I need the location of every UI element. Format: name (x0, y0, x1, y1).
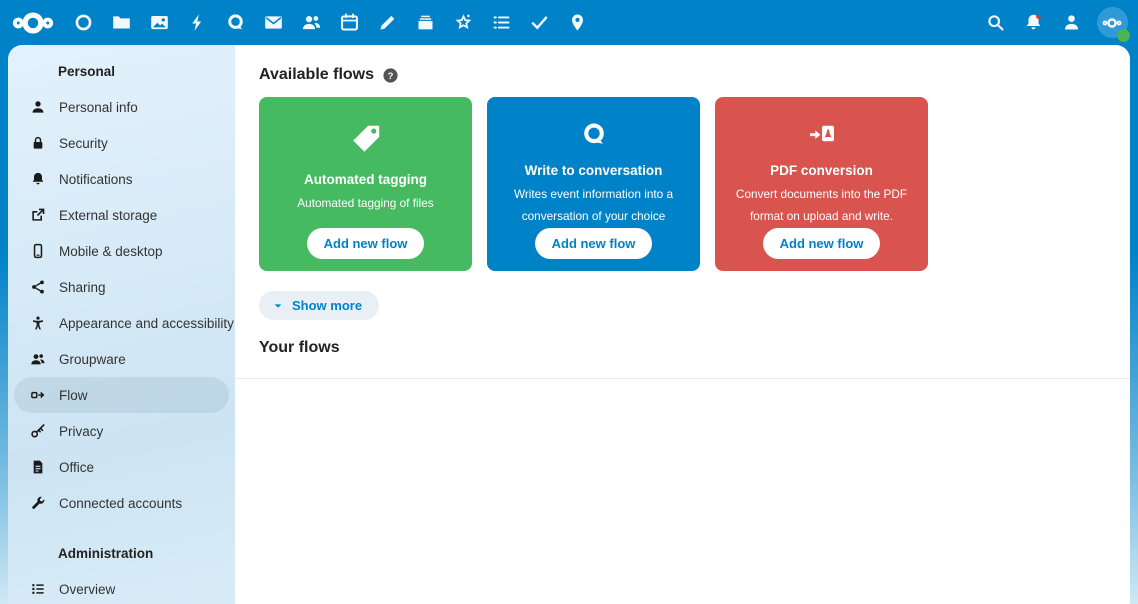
calendar-icon[interactable] (330, 0, 368, 45)
share-icon (30, 279, 46, 295)
show-more-label: Show more (292, 298, 362, 313)
sidebar-item-privacy[interactable]: Privacy (14, 413, 229, 449)
sidebar-item-label: Notifications (59, 172, 133, 187)
add-new-flow-button[interactable]: Add new flow (307, 228, 425, 259)
list-icon (30, 581, 46, 597)
tasks-list-icon[interactable] (482, 0, 520, 45)
talk-bubble-icon (576, 121, 612, 148)
bell-icon (30, 171, 46, 187)
add-new-flow-button[interactable]: Add new flow (763, 228, 881, 259)
deck-icon[interactable] (406, 0, 444, 45)
available-flows-title: Available flows (259, 66, 374, 84)
contacts-menu-icon[interactable] (1052, 0, 1090, 45)
search-icon[interactable] (976, 0, 1014, 45)
sidebar-item-label: Appearance and accessibility (59, 316, 234, 331)
pdf-convert-icon (804, 121, 840, 148)
document-icon (30, 459, 46, 475)
nextcloud-logo[interactable] (2, 11, 64, 35)
flow-card-description: Automated tagging of files (297, 193, 433, 215)
sidebar-item-mobile-desktop[interactable]: Mobile & desktop (14, 233, 229, 269)
show-more-button[interactable]: Show more (259, 291, 379, 320)
sidebar-item-label: Overview (59, 582, 115, 597)
dashboard-icon[interactable] (64, 0, 102, 45)
sidebar-item-notifications[interactable]: Notifications (14, 161, 229, 197)
accessibility-icon (30, 315, 46, 331)
sidebar-item-groupware[interactable]: Groupware (14, 341, 229, 377)
talk-icon[interactable] (216, 0, 254, 45)
wrench-icon (30, 495, 46, 511)
flow-card-title: Automated tagging (304, 172, 427, 187)
settings-sidebar: Personal Personal info Security Notifica… (8, 45, 235, 604)
sidebar-item-label: Sharing (59, 280, 106, 295)
chevron-down-icon (273, 301, 283, 311)
sidebar-item-external-storage[interactable]: External storage (14, 197, 229, 233)
sidebar-item-flow[interactable]: Flow (14, 377, 229, 413)
sidebar-item-sharing[interactable]: Sharing (14, 269, 229, 305)
content-divider (235, 378, 1130, 379)
key-icon (30, 423, 46, 439)
files-icon[interactable] (102, 0, 140, 45)
sidebar-item-label: Privacy (59, 424, 103, 439)
available-flows-cards: Automated tagging Automated tagging of f… (259, 97, 1106, 271)
external-link-icon (30, 207, 46, 223)
tag-icon (348, 121, 384, 157)
sidebar-heading-personal: Personal (14, 53, 229, 89)
online-status-dot (1117, 29, 1130, 42)
sidebar-item-appearance[interactable]: Appearance and accessibility (14, 305, 229, 341)
flow-card-write-to-conversation: Write to conversation Writes event infor… (487, 97, 700, 271)
collectives-icon[interactable] (444, 0, 482, 45)
sidebar-item-personal-info[interactable]: Personal info (14, 89, 229, 125)
sidebar-item-office[interactable]: Office (14, 449, 229, 485)
sidebar-item-label: Connected accounts (59, 496, 182, 511)
flow-card-description: Writes event information into a conversa… (499, 184, 688, 228)
your-flows-title: Your flows (259, 339, 340, 357)
phone-icon (30, 243, 46, 259)
sidebar-item-connected-accounts[interactable]: Connected accounts (14, 485, 229, 521)
sidebar-item-label: Flow (59, 388, 88, 403)
user-avatar[interactable] (1090, 0, 1134, 45)
svg-text:?: ? (388, 70, 394, 81)
tasks-check-icon[interactable] (520, 0, 558, 45)
sidebar-item-label: Personal info (59, 100, 138, 115)
flow-card-description: Convert documents into the PDF format on… (727, 184, 916, 228)
contacts-icon[interactable] (292, 0, 330, 45)
add-new-flow-button[interactable]: Add new flow (535, 228, 653, 259)
top-header-bar (0, 0, 1138, 45)
flow-settings-content: Available flows ? Automated tagging Auto… (235, 45, 1130, 604)
mail-icon[interactable] (254, 0, 292, 45)
group-icon (30, 351, 46, 367)
maps-icon[interactable] (558, 0, 596, 45)
sidebar-item-label: Office (59, 460, 94, 475)
notifications-bell-icon[interactable] (1014, 0, 1052, 45)
flow-card-automated-tagging: Automated tagging Automated tagging of f… (259, 97, 472, 271)
activity-icon[interactable] (178, 0, 216, 45)
sidebar-item-label: Groupware (59, 352, 126, 367)
sidebar-item-label: External storage (59, 208, 157, 223)
sidebar-heading-administration: Administration (14, 535, 229, 571)
sidebar-item-label: Security (59, 136, 108, 151)
flow-icon (30, 387, 46, 403)
sidebar-item-security[interactable]: Security (14, 125, 229, 161)
sidebar-item-overview[interactable]: Overview (14, 571, 229, 604)
flow-card-title: PDF conversion (770, 163, 873, 178)
flow-card-title: Write to conversation (525, 163, 663, 178)
photos-icon[interactable] (140, 0, 178, 45)
help-icon[interactable]: ? (382, 67, 399, 84)
user-icon (30, 99, 46, 115)
flow-card-pdf-conversion: PDF conversion Convert documents into th… (715, 97, 928, 271)
sidebar-item-label: Mobile & desktop (59, 244, 163, 259)
notes-icon[interactable] (368, 0, 406, 45)
lock-icon (30, 135, 46, 151)
